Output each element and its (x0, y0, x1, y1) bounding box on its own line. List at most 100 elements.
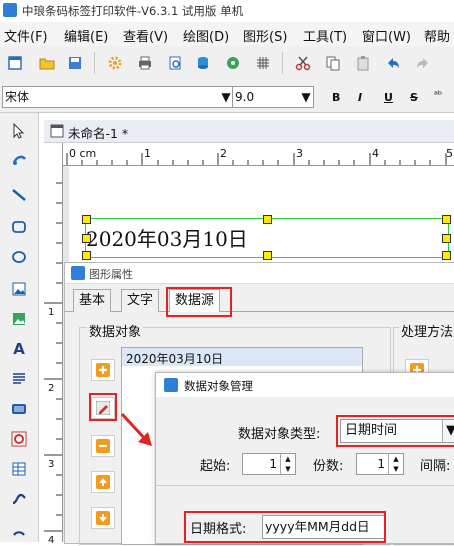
horizontal-ruler: 0 cm 1 2 3 4 5 (62, 143, 454, 166)
tab-text[interactable]: 文字 (121, 289, 160, 312)
stepper-arrows-icon[interactable]: ▲ ▼ (280, 454, 295, 474)
rounded-rect-tool-icon[interactable] (9, 217, 29, 237)
font-name-select[interactable]: 宋体 ▼ (2, 86, 234, 108)
resize-handle[interactable] (442, 234, 451, 243)
start-label: 起始: (200, 459, 231, 474)
resize-handle[interactable] (82, 251, 91, 260)
minus-icon (96, 439, 110, 453)
vertical-ruler-tick-4: 4 (48, 535, 55, 546)
menu-bar: 文件(F) 编辑(E) 查看(V) 绘图(D) 图形(S) 工具(T) 窗口(W… (0, 22, 454, 46)
processing-label: 处理方法 (399, 321, 454, 340)
undo-icon[interactable] (384, 54, 402, 72)
data-source-icon[interactable] (224, 54, 242, 72)
resize-handle[interactable] (442, 215, 451, 224)
list-item-text: 2020年03月10日 (126, 352, 224, 366)
cut-icon[interactable] (294, 54, 312, 72)
dialog-title: 数据对象管理 (184, 379, 253, 393)
ruler-tick-3: 3 (296, 147, 303, 160)
barcode-tool-icon[interactable] (9, 399, 29, 419)
print-icon[interactable] (136, 54, 154, 72)
line-tool-icon[interactable] (9, 185, 29, 205)
vertical-ruler-ticks (44, 182, 62, 532)
delete-button[interactable] (91, 435, 115, 457)
ellipse-tool-icon[interactable] (9, 247, 29, 267)
move-up-button[interactable] (91, 471, 115, 493)
chevron-down-icon[interactable]: ▼ (219, 87, 233, 107)
start-stepper[interactable]: 1 ▲ ▼ (242, 453, 296, 475)
ruler-unit-label: 0 cm (69, 147, 97, 160)
vertical-ruler: 1 2 3 4 (44, 143, 63, 546)
move-down-button[interactable] (91, 507, 115, 529)
redo-icon[interactable] (414, 54, 432, 72)
font-bar: 宋体 ▼ 9.0 ▼ B I U S ᵃᵇ (0, 82, 454, 113)
menu-view[interactable]: 查看(V) (123, 26, 168, 45)
font-name-value: 宋体 (5, 90, 30, 104)
menu-window[interactable]: 窗口(W) (362, 26, 411, 45)
arrow-up-icon (96, 475, 110, 489)
ruler-ticks (66, 153, 447, 165)
char-spacing-icon[interactable]: ᵃᵇ (434, 90, 442, 101)
image-tool-icon[interactable] (9, 279, 29, 299)
copies-stepper[interactable]: 1 ▲ ▼ (356, 453, 404, 475)
print-preview-icon[interactable] (166, 54, 184, 72)
curve-tool-icon[interactable] (9, 489, 29, 509)
start-value: 1 (269, 457, 277, 471)
font-size-select[interactable]: 9.0 ▼ (232, 86, 314, 108)
paste-icon[interactable] (354, 54, 372, 72)
data-objects-label: 数据对象 (87, 321, 144, 340)
window-title: 中琅条码标签打印软件-V6.3.1 试用版 单机 (22, 4, 244, 18)
pan-tool-icon[interactable] (9, 149, 29, 169)
document-tab[interactable]: 未命名-1 * (44, 120, 454, 143)
menu-edit[interactable]: 编辑(E) (64, 26, 108, 45)
paragraph-text-tool-icon[interactable] (9, 369, 29, 389)
strikethrough-button[interactable]: S (410, 91, 418, 104)
table-tool-icon[interactable] (9, 459, 29, 479)
data-object-manager-dialog: 数据对象管理 数据对象类型: 日期时间 ▼ 起始: 1 ▲ ▼ 份数: 1 ▲ ▼ … (155, 372, 454, 544)
pointer-tool-icon[interactable] (9, 121, 29, 141)
resize-handle[interactable] (263, 215, 272, 224)
resize-handle[interactable] (82, 215, 91, 224)
vertical-ruler-tick-2: 2 (48, 383, 55, 394)
underline-button[interactable]: U (384, 91, 393, 104)
copy-icon[interactable] (324, 54, 342, 72)
resize-handle[interactable] (82, 234, 91, 243)
add-button[interactable] (91, 359, 115, 381)
grid-icon[interactable] (254, 54, 272, 72)
save-icon[interactable] (66, 54, 84, 72)
title-bar: 中琅条码标签打印软件-V6.3.1 试用版 单机 (0, 0, 454, 22)
document-icon (50, 124, 64, 138)
drawing-toolbar: A (0, 113, 39, 542)
highlight-box (166, 287, 232, 317)
list-item[interactable]: 2020年03月10日 (122, 348, 362, 366)
highlight-box (184, 511, 386, 543)
plus-icon (96, 363, 110, 377)
menu-help[interactable]: 帮助 (424, 26, 450, 45)
highlight-box (336, 415, 454, 447)
arc-tool-icon[interactable] (9, 519, 29, 539)
copies-label: 份数: (313, 459, 344, 474)
tab-basic[interactable]: 基本 (73, 289, 112, 312)
date-text-object[interactable]: 2020年03月10日 (82, 215, 451, 260)
menu-tools[interactable]: 工具(T) (303, 26, 347, 45)
database-icon[interactable] (194, 54, 212, 72)
text-tool-icon[interactable]: A (9, 339, 29, 359)
dialog-app-icon (164, 378, 178, 392)
picture-tool-icon[interactable] (9, 309, 29, 329)
bold-button[interactable]: B (332, 91, 340, 104)
menu-file[interactable]: 文件(F) (4, 26, 48, 45)
dialog-title-bar: 图形属性 (65, 263, 454, 284)
font-size-value: 9.0 (235, 90, 255, 104)
toolbar (0, 46, 454, 83)
settings-icon[interactable] (106, 54, 124, 72)
menu-draw[interactable]: 绘图(D) (183, 26, 229, 45)
menu-shape[interactable]: 图形(S) (243, 26, 287, 45)
resize-handle[interactable] (442, 251, 451, 260)
italic-button[interactable]: I (358, 91, 362, 104)
resize-handle[interactable] (263, 251, 272, 260)
new-icon[interactable] (6, 54, 24, 72)
ruler-tick-2: 2 (220, 147, 227, 160)
open-icon[interactable] (38, 54, 56, 72)
stepper-arrows-icon[interactable]: ▲ ▼ (388, 454, 403, 474)
qrcode-tool-icon[interactable] (9, 429, 29, 449)
chevron-down-icon[interactable]: ▼ (299, 87, 313, 107)
